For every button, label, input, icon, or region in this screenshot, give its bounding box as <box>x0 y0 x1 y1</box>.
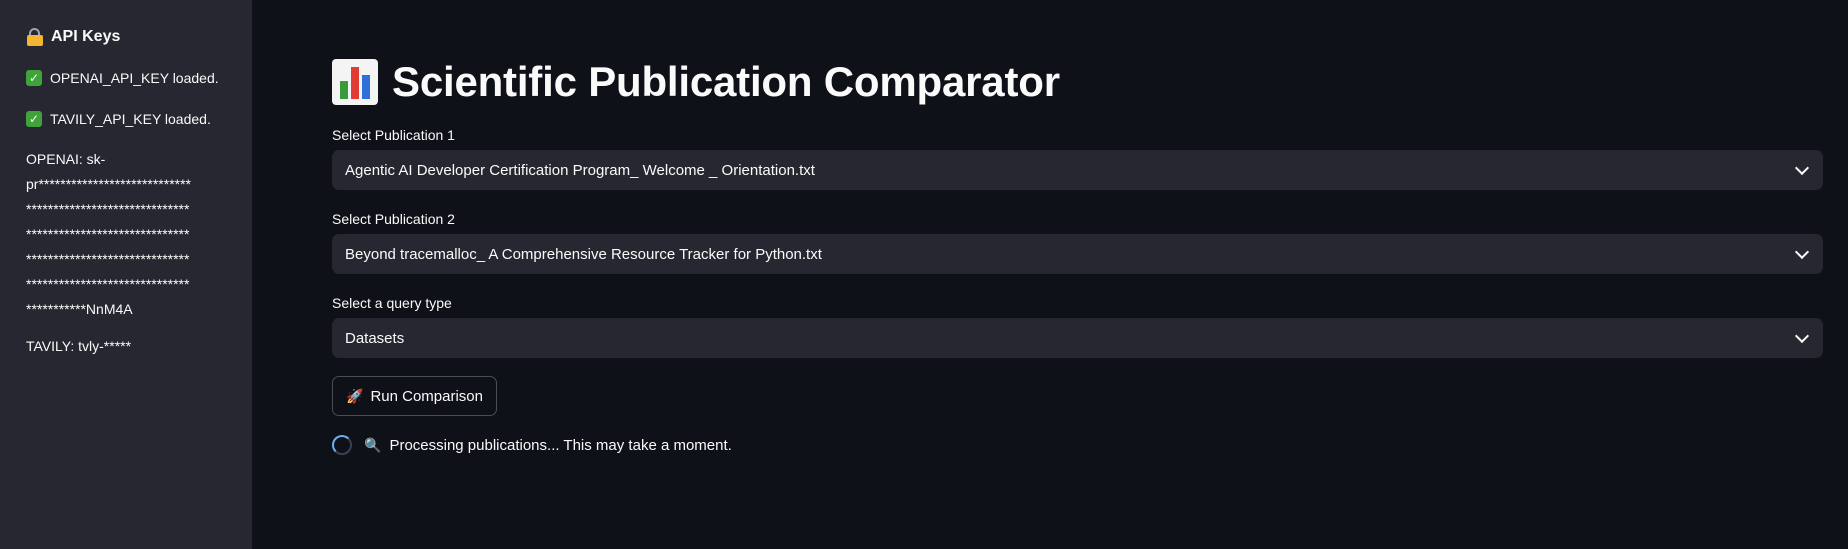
magnifier-icon: 🔍 <box>364 436 382 453</box>
spinner-icon <box>332 435 352 455</box>
query-type-label: Select a query type <box>332 295 452 311</box>
query-type-value: Datasets <box>345 329 405 347</box>
query-type-select[interactable]: Datasets <box>332 318 1823 358</box>
rocket-icon: 🚀 <box>346 387 364 404</box>
publication-2-value: Beyond tracemalloc_ A Comprehensive Reso… <box>345 245 822 263</box>
lock-icon <box>26 28 44 46</box>
publication-2-label: Select Publication 2 <box>332 211 455 227</box>
sidebar: API Keys ✓ OPENAI_API_KEY loaded. ✓ TAVI… <box>0 0 252 549</box>
main-content: Scientific Publication Comparator Select… <box>252 0 1848 549</box>
tavily-status: ✓ TAVILY_API_KEY loaded. <box>26 109 226 129</box>
run-comparison-button[interactable]: 🚀 Run Comparison <box>332 376 497 416</box>
publication-1-field: Select Publication 1 Agentic AI Develope… <box>332 126 1823 190</box>
chevron-down-icon[interactable] <box>1794 244 1810 259</box>
publication-2-field: Select Publication 2 Beyond tracemalloc_… <box>332 210 1823 274</box>
page-title: Scientific Publication Comparator <box>332 54 1060 110</box>
processing-status: 🔍 Processing publications... This may ta… <box>332 434 732 456</box>
check-icon: ✓ <box>26 70 42 86</box>
page-title-text: Scientific Publication Comparator <box>392 58 1060 105</box>
publication-1-value: Agentic AI Developer Certification Progr… <box>345 161 815 179</box>
openai-key-display: OPENAI: sk- pr**************************… <box>26 147 226 322</box>
chevron-down-icon[interactable] <box>1794 328 1810 343</box>
tavily-status-text: TAVILY_API_KEY loaded. <box>50 111 211 127</box>
publication-2-select[interactable]: Beyond tracemalloc_ A Comprehensive Reso… <box>332 234 1823 274</box>
openai-status: ✓ OPENAI_API_KEY loaded. <box>26 68 226 88</box>
run-comparison-label: Run Comparison <box>370 387 483 405</box>
openai-key-line: pr**************************** <box>26 176 191 192</box>
openai-status-text: OPENAI_API_KEY loaded. <box>50 70 219 86</box>
sidebar-heading-text: API Keys <box>51 28 121 45</box>
check-icon: ✓ <box>26 111 42 127</box>
sidebar-heading: API Keys <box>26 26 226 48</box>
openai-key-line: ****************************** <box>26 201 190 217</box>
chevron-down-icon[interactable] <box>1794 160 1810 175</box>
openai-key-line: ****************************** <box>26 276 190 292</box>
tavily-key-display: TAVILY: tvly-***** <box>26 338 132 354</box>
openai-key-line: ****************************** <box>26 251 190 267</box>
publication-1-select[interactable]: Agentic AI Developer Certification Progr… <box>332 150 1823 190</box>
openai-key-line: OPENAI: sk- <box>26 151 106 167</box>
query-type-field: Select a query type Datasets <box>332 294 1823 358</box>
processing-text: Processing publications... This may take… <box>389 436 732 454</box>
openai-key-line: ***********NnM4A <box>26 301 133 317</box>
app-root: API Keys ✓ OPENAI_API_KEY loaded. ✓ TAVI… <box>0 0 1848 549</box>
openai-key-line: ****************************** <box>26 226 190 242</box>
publication-1-label: Select Publication 1 <box>332 127 455 143</box>
bar-chart-icon <box>332 59 378 105</box>
